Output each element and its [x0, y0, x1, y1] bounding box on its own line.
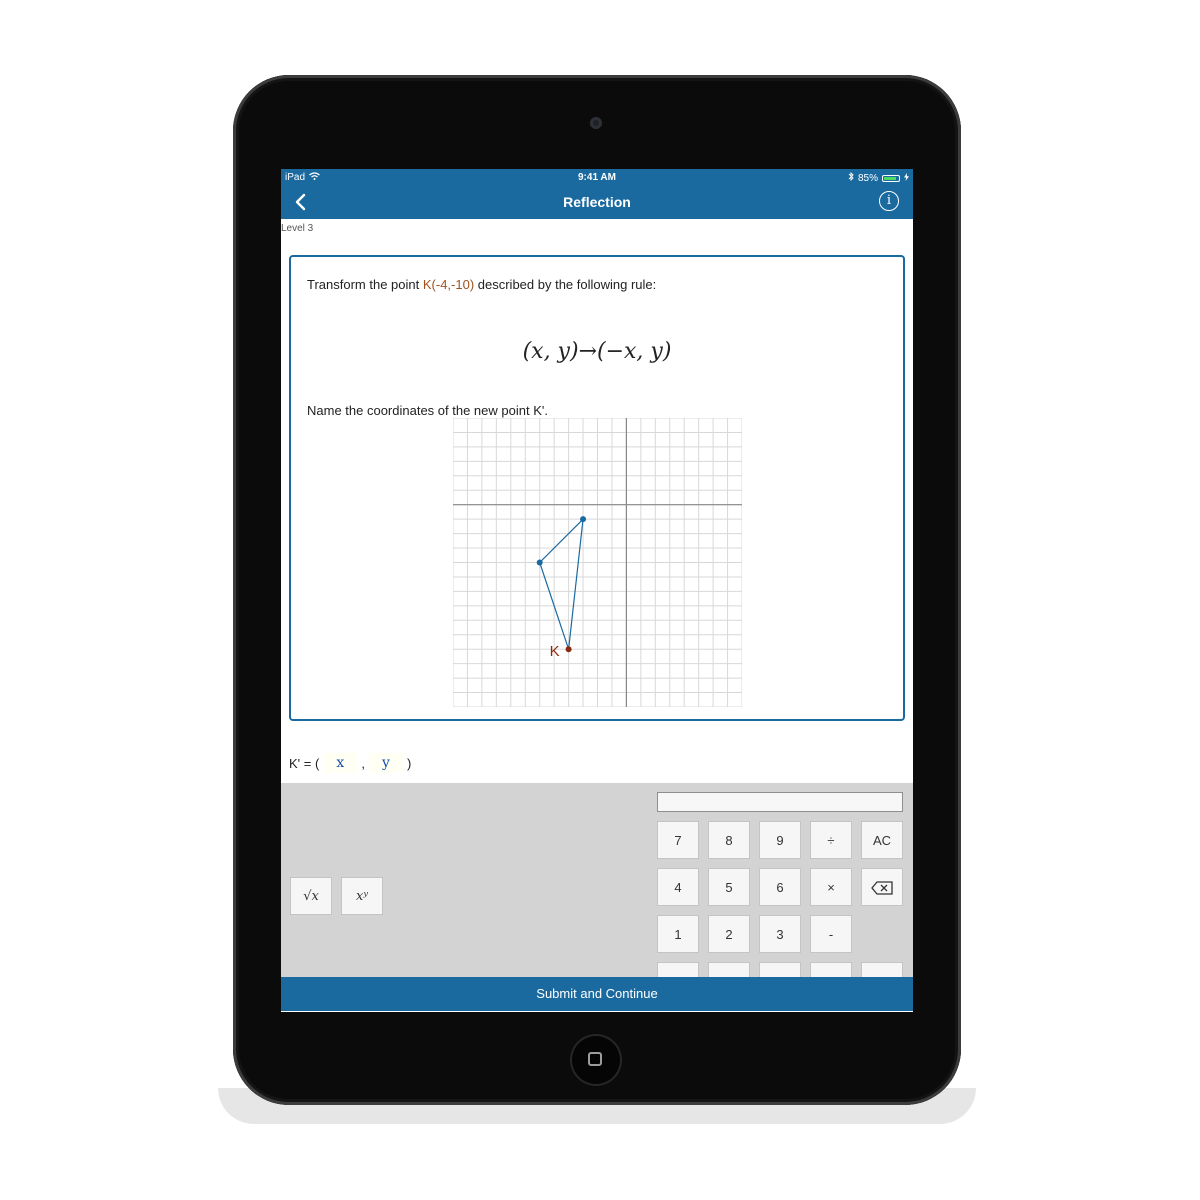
- page-title: Reflection: [563, 194, 631, 210]
- x-input[interactable]: x: [323, 753, 358, 773]
- key-minus[interactable]: -: [810, 915, 852, 953]
- keypad-display[interactable]: [657, 792, 903, 812]
- nav-bar: Reflection i: [281, 185, 913, 219]
- key-3[interactable]: 3: [759, 915, 801, 953]
- sqrt-key[interactable]: √x: [290, 877, 332, 915]
- screen: iPad 9:41 AM 85% Reflection i Level 3 Tr…: [281, 169, 913, 1012]
- bluetooth-icon: [848, 171, 854, 184]
- backspace-icon: [871, 881, 893, 895]
- prompt-suffix: described by the following rule:: [474, 277, 657, 292]
- submit-button[interactable]: Submit and Continue: [281, 977, 913, 1011]
- transformation-rule: (x, y)→(−x, y): [522, 339, 672, 364]
- key-8[interactable]: 8: [708, 821, 750, 859]
- point-k: [565, 646, 572, 653]
- question-card: Transform the point K(-4,-10) described …: [289, 255, 905, 721]
- battery-icon: [882, 174, 900, 182]
- info-icon: i: [886, 193, 892, 208]
- answer-comma: ,: [361, 755, 365, 771]
- answer-label: K' = (: [289, 755, 320, 771]
- name-prompt: Name the coordinates of the new point K'…: [307, 403, 548, 418]
- key-2[interactable]: 2: [708, 915, 750, 953]
- status-bar: iPad 9:41 AM 85%: [281, 169, 913, 185]
- prompt-prefix: Transform the point: [307, 277, 423, 292]
- y-input[interactable]: y: [368, 753, 403, 773]
- charging-icon: [904, 172, 909, 184]
- home-icon: [588, 1052, 602, 1066]
- triangle: [539, 517, 584, 650]
- answer-close: ): [406, 755, 412, 771]
- key-5[interactable]: 5: [708, 868, 750, 906]
- key-clear[interactable]: AC: [861, 821, 903, 859]
- key-6[interactable]: 6: [759, 868, 801, 906]
- ipad-frame: iPad 9:41 AM 85% Reflection i Level 3 Tr…: [233, 75, 961, 1105]
- key-7[interactable]: 7: [657, 821, 699, 859]
- battery-percent: 85%: [857, 172, 878, 184]
- point-label: K(-4,-10): [422, 277, 475, 292]
- keypad: √x xʸ 7 8 9 ÷ AC 4 5 6 × 1 2 3 -: [281, 783, 913, 1000]
- key-4[interactable]: 4: [657, 868, 699, 906]
- answer-row: K' = ( x , y ): [289, 753, 411, 773]
- status-time: 9:41 AM: [578, 172, 616, 183]
- camera-icon: [590, 117, 602, 129]
- triangle-vertex: [580, 516, 587, 523]
- home-button[interactable]: [572, 1036, 620, 1084]
- key-divide[interactable]: ÷: [810, 821, 852, 859]
- power-key[interactable]: xʸ: [341, 877, 383, 915]
- triangle-vertex: [536, 559, 543, 566]
- key-multiply[interactable]: ×: [810, 868, 852, 906]
- point-k-label: K: [550, 643, 560, 660]
- question-prompt: Transform the point K(-4,-10) described …: [307, 277, 656, 292]
- key-1[interactable]: 1: [657, 915, 699, 953]
- info-button[interactable]: i: [879, 191, 899, 211]
- backspace-key[interactable]: [861, 868, 903, 906]
- coordinate-grid: K: [453, 418, 742, 707]
- key-9[interactable]: 9: [759, 821, 801, 859]
- level-label: Level 3: [281, 223, 314, 234]
